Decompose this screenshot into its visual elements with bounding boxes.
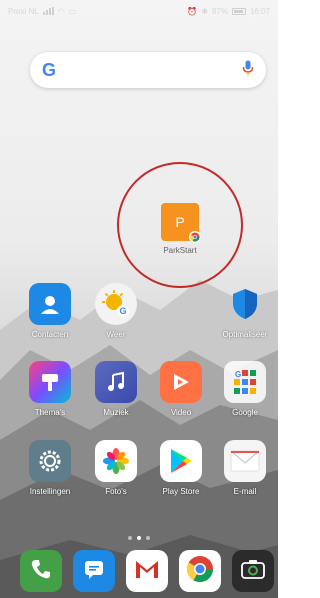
app-play-store[interactable]: Play Store bbox=[151, 440, 211, 496]
app-label: Muziek bbox=[103, 408, 129, 417]
app-themas[interactable]: Thema's bbox=[20, 361, 80, 417]
notification-icon: ▭ bbox=[68, 6, 77, 16]
status-bar: Proxi NL ◠ ▭ ⏰ ✱ 87% 16:07 bbox=[0, 0, 278, 22]
app-parkstart[interactable]: P ParkStart bbox=[150, 203, 210, 255]
carrier-label: Proxi NL bbox=[8, 6, 39, 16]
app-label: Optimaliseer bbox=[222, 330, 268, 339]
status-left: Proxi NL ◠ ▭ bbox=[8, 7, 76, 16]
app-label: E-mail bbox=[233, 487, 257, 496]
chrome-badge-icon bbox=[189, 231, 201, 243]
dock-chrome[interactable] bbox=[179, 550, 221, 592]
camera-icon bbox=[241, 559, 265, 584]
messages-icon bbox=[83, 558, 105, 585]
signal-icon bbox=[42, 7, 54, 15]
video-icon bbox=[160, 361, 202, 403]
app-label: Video bbox=[170, 408, 192, 417]
parkstart-icon: P bbox=[161, 203, 201, 243]
battery-percent: 87% bbox=[211, 6, 228, 16]
app-weer[interactable]: G Weer bbox=[86, 283, 146, 339]
email-icon bbox=[224, 440, 266, 482]
wifi-icon: ◠ bbox=[57, 6, 65, 16]
svg-text:G: G bbox=[235, 370, 241, 379]
page-dot bbox=[146, 536, 150, 540]
bluetooth-icon: ✱ bbox=[201, 6, 208, 16]
dock-gmail[interactable] bbox=[126, 550, 168, 592]
app-label: Contacten bbox=[31, 330, 69, 339]
google-folder-icon: G bbox=[224, 361, 266, 403]
page-dot bbox=[128, 536, 132, 540]
app-google-folder[interactable]: G Google bbox=[215, 361, 275, 417]
app-contacten[interactable]: Contacten bbox=[20, 283, 80, 339]
dock-messages[interactable] bbox=[73, 550, 115, 592]
app-instellingen[interactable]: Instellingen bbox=[20, 440, 80, 496]
app-label: Foto's bbox=[105, 487, 127, 496]
app-muziek[interactable]: Muziek bbox=[86, 361, 146, 417]
app-label: Weer bbox=[106, 330, 126, 339]
parkstart-letter: P bbox=[175, 214, 185, 230]
music-icon bbox=[95, 361, 137, 403]
page-dot-active bbox=[137, 536, 141, 540]
weather-icon: G bbox=[95, 283, 137, 325]
app-fotos[interactable]: Foto's bbox=[86, 440, 146, 496]
app-label: Instellingen bbox=[29, 487, 71, 496]
clock: 16:07 bbox=[249, 6, 270, 16]
themes-icon bbox=[29, 361, 71, 403]
dock-phone[interactable] bbox=[20, 550, 62, 592]
app-label: ParkStart bbox=[163, 246, 197, 255]
contacts-icon bbox=[29, 283, 71, 325]
app-label: Google bbox=[232, 408, 258, 417]
settings-icon bbox=[29, 440, 71, 482]
play-store-icon bbox=[160, 440, 202, 482]
app-email[interactable]: E-mail bbox=[215, 440, 275, 496]
microphone-icon[interactable] bbox=[242, 60, 254, 81]
photos-icon bbox=[95, 440, 137, 482]
phone-icon bbox=[30, 558, 52, 585]
alarm-icon: ⏰ bbox=[187, 6, 198, 16]
google-search-bar[interactable]: G bbox=[30, 52, 266, 88]
svg-text:G: G bbox=[119, 306, 126, 316]
battery-icon bbox=[231, 7, 246, 15]
app-optimaliseer[interactable]: Optimaliseer bbox=[215, 283, 275, 339]
gmail-icon bbox=[134, 559, 160, 584]
app-label: Play Store bbox=[162, 487, 200, 496]
shield-icon bbox=[224, 283, 266, 325]
dock-camera[interactable] bbox=[232, 550, 274, 592]
app-label: Thema's bbox=[34, 408, 66, 417]
page-indicator bbox=[128, 536, 150, 540]
app-video[interactable]: Video bbox=[151, 361, 211, 417]
status-right: ⏰ ✱ 87% 16:07 bbox=[187, 7, 270, 16]
google-logo-icon: G bbox=[42, 60, 57, 80]
chrome-icon bbox=[186, 555, 214, 588]
